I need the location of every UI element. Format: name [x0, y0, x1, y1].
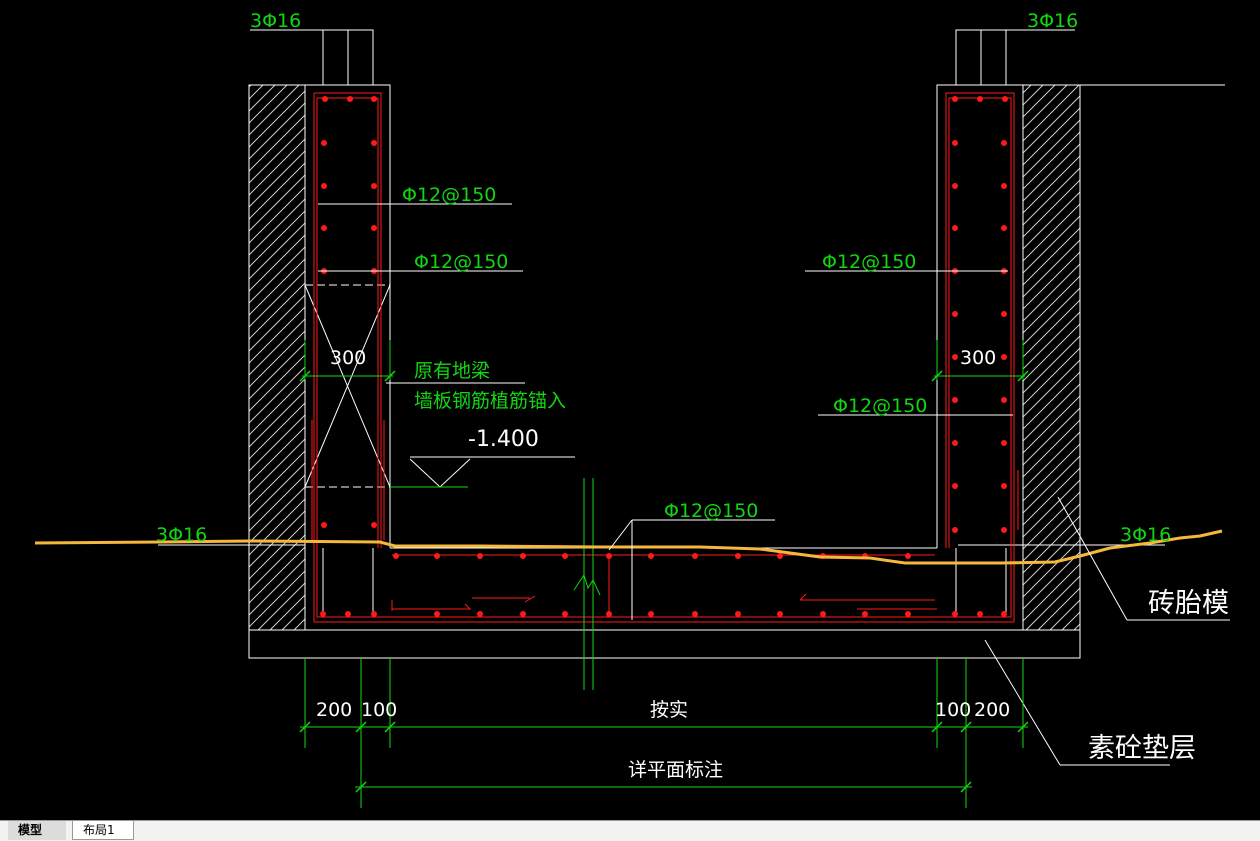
- rebar-dot: [648, 553, 654, 559]
- layout-tab-bar: 模型 布局1: [0, 820, 1260, 841]
- rebar-dot: [477, 553, 483, 559]
- rebar-dot: [1001, 140, 1007, 146]
- rebar-dot: [520, 553, 526, 559]
- rebar-dot: [952, 354, 958, 360]
- rebar-dot: [977, 96, 983, 102]
- rebar-dot: [1001, 354, 1007, 360]
- rebar-dot: [371, 225, 377, 231]
- rebar-dot: [1001, 440, 1007, 446]
- rebar-dot: [952, 611, 958, 617]
- tab-layout1[interactable]: 布局1: [72, 821, 134, 840]
- dim-right-200: 200: [974, 699, 1010, 721]
- rebar-dot: [952, 96, 958, 102]
- existing-ground-beam: [304, 284, 391, 488]
- rebar-dot: [1002, 96, 1008, 102]
- rebar-dot: [952, 225, 958, 231]
- rebar-dot: [371, 522, 377, 528]
- dim-left-200: 200: [316, 699, 352, 721]
- rebar-cages: [311, 92, 1019, 623]
- cad-drawing-canvas[interactable]: 3Φ16 3Φ16 Φ12@150 Φ12@150 Φ12@150 Φ12@15…: [0, 0, 1260, 820]
- label-left-wall-rebar-2: Φ12@150: [414, 251, 508, 273]
- rebar-dot: [648, 611, 654, 617]
- rebar-dot: [692, 611, 698, 617]
- label-top-left-rebar: 3Φ16: [250, 10, 301, 32]
- label-left-slab-rebar: 3Φ16: [156, 524, 207, 546]
- rebar-dot: [434, 553, 440, 559]
- rebar-dot: [862, 611, 868, 617]
- rebar-dot: [820, 611, 826, 617]
- rebar-dot: [777, 611, 783, 617]
- rebar-dot: [1001, 483, 1007, 489]
- label-right-slab-rebar: 3Φ16: [1120, 524, 1171, 546]
- label-slab-rebar: Φ12@150: [664, 500, 758, 522]
- rebar-dot: [434, 611, 440, 617]
- rebar-dot: [1001, 225, 1007, 231]
- rebar-dot: [952, 527, 958, 533]
- rebar-dot: [905, 611, 911, 617]
- rebar-dot: [952, 483, 958, 489]
- rebar-dot: [735, 611, 741, 617]
- label-right-wall-rebar-2: Φ12@150: [833, 395, 927, 417]
- dimension-ticks: [299, 370, 1029, 793]
- rebar-dot: [371, 140, 377, 146]
- rebar-dot: [321, 225, 327, 231]
- dim-middle: 按实: [650, 699, 688, 721]
- rebar-dot: [735, 553, 741, 559]
- rebar-dot: [477, 611, 483, 617]
- rebar-dot: [952, 397, 958, 403]
- rebar-dot: [562, 553, 568, 559]
- rebar-dot: [1001, 611, 1007, 617]
- rebar-dot: [562, 611, 568, 617]
- rebar-dot: [952, 440, 958, 446]
- rebar-dot: [952, 140, 958, 146]
- rebar-dot: [606, 553, 612, 559]
- rebar-dot: [905, 553, 911, 559]
- rebar-dot: [321, 522, 327, 528]
- rebar-dot: [371, 611, 377, 617]
- rebar-dot: [952, 183, 958, 189]
- rebar-dot: [1001, 311, 1007, 317]
- rebar-dot: [1001, 183, 1007, 189]
- label-top-right-rebar: 3Φ16: [1027, 10, 1078, 32]
- elevation-marker: [390, 456, 575, 488]
- rebar-dot: [393, 553, 399, 559]
- tab-model[interactable]: 模型: [8, 821, 66, 840]
- rebar-dot: [520, 611, 526, 617]
- rebar-dot: [347, 96, 353, 102]
- rebar-dot: [322, 96, 328, 102]
- leader-lines: [318, 203, 1230, 766]
- right-brick-formwork: [1022, 84, 1081, 631]
- rebar-dot: [1001, 397, 1007, 403]
- rebar-dot: [952, 311, 958, 317]
- rebar-dots: [320, 96, 1008, 617]
- rebar-dot: [321, 183, 327, 189]
- label-plain-concrete-cushion: 素砼垫层: [1088, 733, 1196, 764]
- label-right-wall-rebar-1: Φ12@150: [822, 251, 916, 273]
- rebar-dot: [320, 611, 326, 617]
- dim-right-100: 100: [935, 699, 971, 721]
- rebar-dot: [1001, 527, 1007, 533]
- rebar-dot: [371, 96, 377, 102]
- dim-left-100: 100: [361, 699, 397, 721]
- label-note-line2: 墙板钢筋植筋锚入: [414, 390, 566, 412]
- rebar-dot: [371, 183, 377, 189]
- label-right-wall-width: 300: [960, 347, 996, 369]
- label-left-wall-width: 300: [330, 347, 366, 369]
- rebar-dot: [777, 553, 783, 559]
- dim-overall: 详平面标注: [628, 759, 723, 781]
- label-note-line1: 原有地梁: [414, 360, 490, 382]
- rebar-dot: [345, 611, 351, 617]
- label-left-wall-rebar-1: Φ12@150: [402, 184, 496, 206]
- rebar-dot: [692, 553, 698, 559]
- rebar-dot: [321, 140, 327, 146]
- left-brick-formwork: [248, 84, 306, 631]
- rebar-dot: [977, 611, 983, 617]
- label-elevation: -1.400: [468, 427, 539, 452]
- rebar-dot: [606, 611, 612, 617]
- label-brick-formwork: 砖胎模: [1148, 588, 1229, 619]
